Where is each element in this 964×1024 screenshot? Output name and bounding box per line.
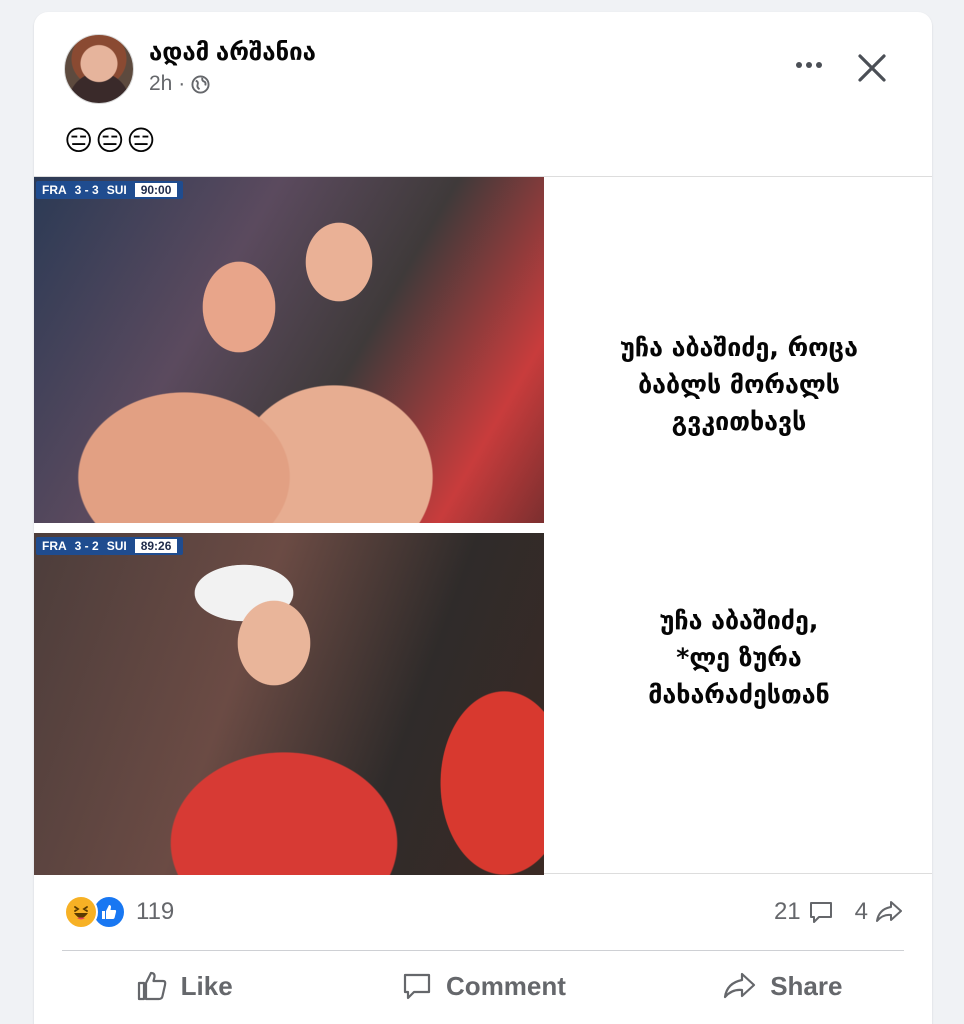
haha-reaction-icon [64,895,98,929]
photo-divider [34,523,544,533]
post-header: ადამ არშანია 2h · [34,12,932,112]
share-label: Share [770,970,843,1001]
author-avatar[interactable] [64,34,134,104]
post-card: ადამ არშანია 2h · 😑😑😑 FRA 3 - 3 SUI 90:0… [34,12,932,1024]
post-text: 😑😑😑 [64,125,158,156]
scoreboard-top: FRA 3 - 3 SUI 90:00 [36,181,184,199]
like-button[interactable]: Like [34,956,333,1016]
post-actions: Like Comment Share [34,956,932,1016]
post-stats: 119 21 4 [34,890,932,936]
share-count[interactable]: 4 [855,898,904,926]
post-time[interactable]: 2h · [149,72,185,96]
comment-button[interactable]: Comment [333,956,632,1016]
share-icon [724,972,756,999]
meme-image[interactable]: FRA 3 - 3 SUI 90:00 FRA 3 - 2 SUI 89:26 … [34,176,932,875]
more-icon[interactable] [789,50,829,80]
globe-icon [191,74,210,94]
like-icon [137,971,166,1001]
reaction-count: 119 [136,898,175,925]
post-meta: 2h · [149,72,210,96]
comment-count[interactable]: 21 [774,898,835,926]
meme-caption-bottom: უჩა აბაშიძე, *ლე ზურა მახარაძესთან [648,606,830,709]
fan-celebrating-photo: FRA 3 - 3 SUI 90:00 [34,177,544,523]
comment-icon [403,973,431,1000]
scoreboard-bottom: FRA 3 - 2 SUI 89:26 [36,537,184,555]
stats-divider [62,950,904,951]
author-name[interactable]: ადამ არშანია [149,38,316,67]
like-label: Like [180,970,233,1001]
close-icon[interactable] [852,48,892,88]
comment-count-icon [809,902,832,923]
engagement-counts: 21 4 [774,898,904,926]
share-count-icon [876,901,902,922]
comment-label: Comment [446,970,566,1001]
meme-caption-top: უჩა აბაშიძე, როცა ბაბლს მორალს გვკითხავს [620,333,858,436]
reactions-summary[interactable]: 119 [64,895,174,929]
fan-crying-photo: FRA 3 - 2 SUI 89:26 [34,533,544,875]
share-button[interactable]: Share [633,956,932,1016]
